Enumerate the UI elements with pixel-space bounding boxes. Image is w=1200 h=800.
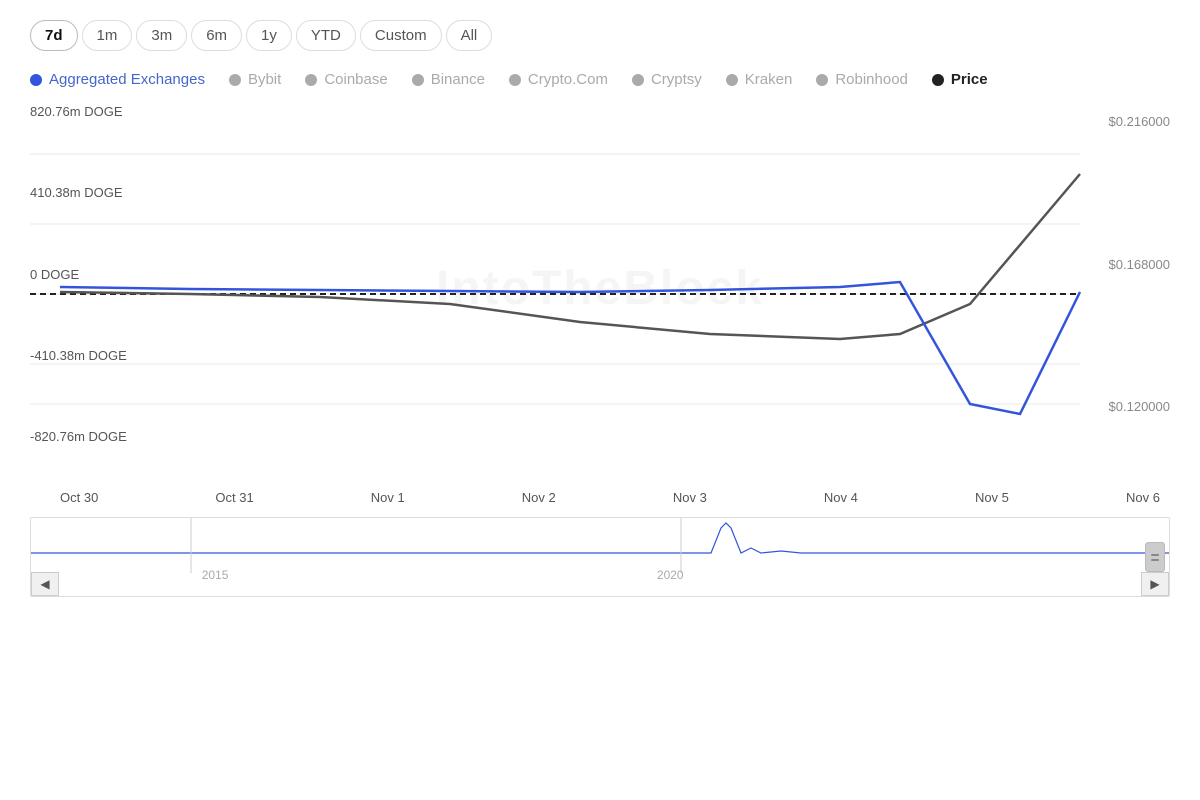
legend-dot-robinhood xyxy=(816,74,828,86)
time-btn-6m[interactable]: 6m xyxy=(191,20,242,51)
chart-area: IntoTheBlock 820.76m DOGE 410.38m DO xyxy=(30,104,1170,597)
y-label-right-2: $0.120000 xyxy=(1080,399,1170,414)
legend-price[interactable]: Price xyxy=(932,71,988,88)
mini-handle-lines xyxy=(1151,554,1159,561)
x-label-nov5: Nov 5 xyxy=(975,490,1009,505)
legend-coinbase[interactable]: Coinbase xyxy=(305,71,387,88)
aggregated-line xyxy=(60,282,1080,414)
legend-dot-coinbase xyxy=(305,74,317,86)
mini-year-2020: 2020 xyxy=(657,568,684,582)
legend-binance[interactable]: Binance xyxy=(412,71,485,88)
chart-svg xyxy=(30,104,1170,444)
legend-label-price: Price xyxy=(951,71,988,88)
nav-right-button[interactable]: ▶ xyxy=(1141,572,1169,596)
mini-year-2015: 2015 xyxy=(202,568,229,582)
legend-label-coinbase: Coinbase xyxy=(324,71,387,88)
legend-label-cryptocom: Crypto.Com xyxy=(528,71,608,88)
y-label-right-1: $0.168000 xyxy=(1080,257,1170,272)
x-axis: Oct 30 Oct 31 Nov 1 Nov 2 Nov 3 Nov 4 No… xyxy=(30,484,1170,505)
mini-chart-svg xyxy=(31,518,1169,573)
legend-label-cryptsy: Cryptsy xyxy=(651,71,702,88)
x-label-nov3: Nov 3 xyxy=(673,490,707,505)
legend-kraken[interactable]: Kraken xyxy=(726,71,793,88)
legend-dot-price xyxy=(932,74,944,86)
legend-label-aggregated: Aggregated Exchanges xyxy=(49,71,205,88)
time-btn-1y[interactable]: 1y xyxy=(246,20,292,51)
y-label-4: -820.76m DOGE xyxy=(30,429,190,444)
y-axis-right: $0.216000 $0.168000 $0.120000 xyxy=(1080,104,1170,444)
legend-cryptocom[interactable]: Crypto.Com xyxy=(509,71,608,88)
x-label-oct30: Oct 30 xyxy=(60,490,98,505)
legend-label-kraken: Kraken xyxy=(745,71,793,88)
legend-robinhood[interactable]: Robinhood xyxy=(816,71,908,88)
mini-handle-line-1 xyxy=(1151,554,1159,556)
time-btn-1m[interactable]: 1m xyxy=(82,20,133,51)
legend-dot-aggregated xyxy=(30,74,42,86)
y-label-1: 410.38m DOGE xyxy=(30,185,190,200)
x-label-nov4: Nov 4 xyxy=(824,490,858,505)
legend-aggregated[interactable]: Aggregated Exchanges xyxy=(30,71,205,88)
time-range-selector: 7d 1m 3m 6m 1y YTD Custom All xyxy=(30,20,1170,51)
legend-label-bybit: Bybit xyxy=(248,71,281,88)
x-label-nov2: Nov 2 xyxy=(522,490,556,505)
legend-cryptsy[interactable]: Cryptsy xyxy=(632,71,702,88)
legend-label-binance: Binance xyxy=(431,71,485,88)
mini-handle-line-2 xyxy=(1151,559,1159,561)
chart-legend: Aggregated Exchanges Bybit Coinbase Bina… xyxy=(30,71,1170,88)
legend-dot-bybit xyxy=(229,74,241,86)
x-label-oct31: Oct 31 xyxy=(215,490,253,505)
y-axis-left: 820.76m DOGE 410.38m DOGE 0 DOGE -410.38… xyxy=(30,104,190,484)
mini-line xyxy=(31,523,1169,553)
main-chart: IntoTheBlock 820.76m DOGE 410.38m DO xyxy=(30,104,1170,484)
time-btn-7d[interactable]: 7d xyxy=(30,20,78,51)
time-btn-3m[interactable]: 3m xyxy=(136,20,187,51)
legend-dot-cryptocom xyxy=(509,74,521,86)
mini-chart: 2015 2020 ◀ ▶ xyxy=(30,517,1170,597)
legend-label-robinhood: Robinhood xyxy=(835,71,908,88)
x-label-nov1: Nov 1 xyxy=(371,490,405,505)
time-btn-all[interactable]: All xyxy=(446,20,493,51)
y-label-0: 820.76m DOGE xyxy=(30,104,190,119)
time-btn-custom[interactable]: Custom xyxy=(360,20,442,51)
nav-left-button[interactable]: ◀ xyxy=(31,572,59,596)
legend-dot-kraken xyxy=(726,74,738,86)
legend-bybit[interactable]: Bybit xyxy=(229,71,281,88)
x-label-nov6: Nov 6 xyxy=(1126,490,1160,505)
y-label-3: -410.38m DOGE xyxy=(30,348,190,363)
legend-dot-binance xyxy=(412,74,424,86)
time-btn-ytd[interactable]: YTD xyxy=(296,20,356,51)
legend-dot-cryptsy xyxy=(632,74,644,86)
y-label-2: 0 DOGE xyxy=(30,267,190,282)
y-label-right-0: $0.216000 xyxy=(1080,114,1170,129)
price-line xyxy=(60,174,1080,339)
mini-chart-handle[interactable] xyxy=(1145,542,1165,572)
